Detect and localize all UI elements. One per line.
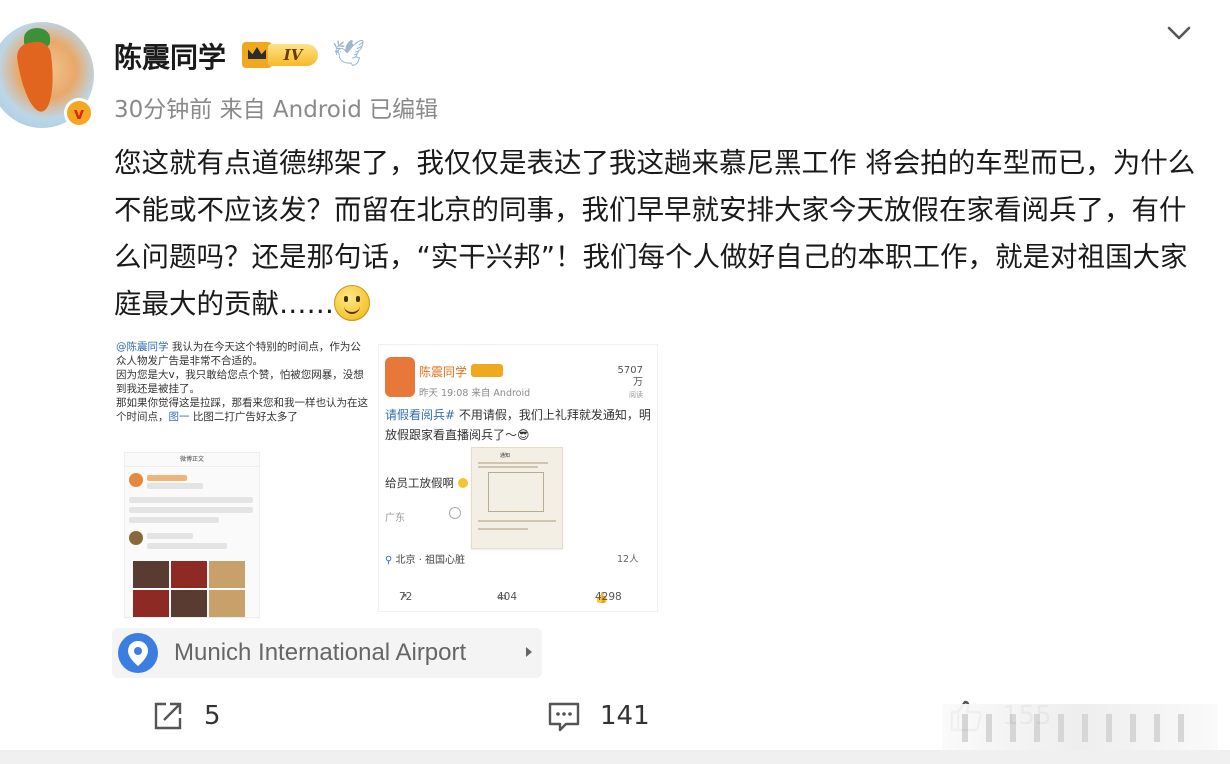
username[interactable]: 陈震同学 (114, 36, 226, 76)
mini-photo-grid (133, 561, 245, 617)
repost-icon (154, 702, 182, 730)
caret-right-icon (526, 647, 532, 657)
embedded-image-left[interactable]: @陈震同学 我认为在今天这个特别的时间点，作为公众人物发广告是非常不合适的。 因… (116, 340, 374, 618)
bottom-divider (0, 750, 1230, 764)
location-chip[interactable]: Munich International Airport (112, 628, 542, 678)
embedded-people: 12人 (617, 554, 639, 565)
embedded-views: 5707万 阅读 (617, 365, 643, 399)
embedded-text: 请假看阅兵# 不用请假，我们上礼拜就发通知，明 放假跟家看直播阅兵了～😎 (385, 408, 651, 442)
post-meta: 30分钟前 来自 Android 已编辑 (114, 97, 439, 123)
watermark-overlay (942, 704, 1218, 750)
repost-count: 5 (204, 701, 221, 731)
embedded-region: 广东 (385, 513, 405, 524)
mini-avatar (129, 473, 143, 487)
embedded-image-right[interactable]: 陈震同学 昨天 19:08 来自 Android 5707万 阅读 请假看阅兵# … (378, 344, 658, 612)
embedded-comment-icon (449, 507, 461, 519)
quoted-comment: @陈震同学 我认为在今天这个特别的时间点，作为公众人物发广告是非常不合适的。 因… (116, 340, 370, 424)
post-text-body: 您这就有点道德绑架了，我仅仅是表达了我这趟来慕尼黑工作 将会拍的车型而已，为什么… (114, 147, 1196, 320)
embedded-reply: 给员工放假啊 (385, 475, 468, 491)
quoted-link: 图一 (168, 411, 190, 423)
embedded-location: ⚲ 北京 · 祖国心脏 (385, 555, 466, 566)
notice-title: 通知 (500, 453, 511, 459)
embedded-level-badge (471, 364, 503, 377)
comment-button[interactable]: 141 (546, 698, 650, 734)
embedded-notice-image: 通知 (471, 447, 563, 549)
mention-link: @陈震同学 (116, 341, 169, 353)
embedded-avatar (385, 357, 415, 397)
level-label: IV (268, 44, 318, 66)
smile-emoji-icon (334, 285, 370, 321)
mini-screenshot: 微博正文 (124, 452, 260, 618)
post-text: 您这就有点道德绑架了，我仅仅是表达了我这趟来慕尼黑工作 将会拍的车型而已，为什么… (114, 140, 1204, 328)
dove-icon[interactable]: 🕊 (332, 40, 366, 68)
location-label: Munich International Airport (174, 639, 467, 666)
verified-badge-icon: v (64, 98, 94, 128)
repost-button[interactable]: 5 (150, 698, 221, 734)
embedded-username: 陈震同学 (419, 365, 468, 379)
embedded-meta: 昨天 19:08 来自 Android (419, 388, 531, 399)
embedded-actions: ↗ 72 ▭ 404 👍 4298 (399, 591, 622, 604)
map-pin-icon (118, 633, 158, 673)
avatar[interactable]: v (0, 22, 94, 128)
comment-count: 141 (600, 701, 650, 731)
chevron-down-icon[interactable] (1166, 22, 1192, 44)
quoted-line-2: 因为您是大v，我只敢给您点个赞，怕被您网暴，没想到我还是被挂了。 (116, 369, 364, 395)
comment-icon (548, 702, 580, 732)
embedded-hashtag: 请假看阅兵# (385, 408, 456, 422)
quoted-line-3b: 比图二打广告好太多了 (189, 411, 298, 423)
member-level-badge[interactable]: IV (242, 38, 320, 70)
mini-title: 微博正文 (125, 453, 259, 467)
